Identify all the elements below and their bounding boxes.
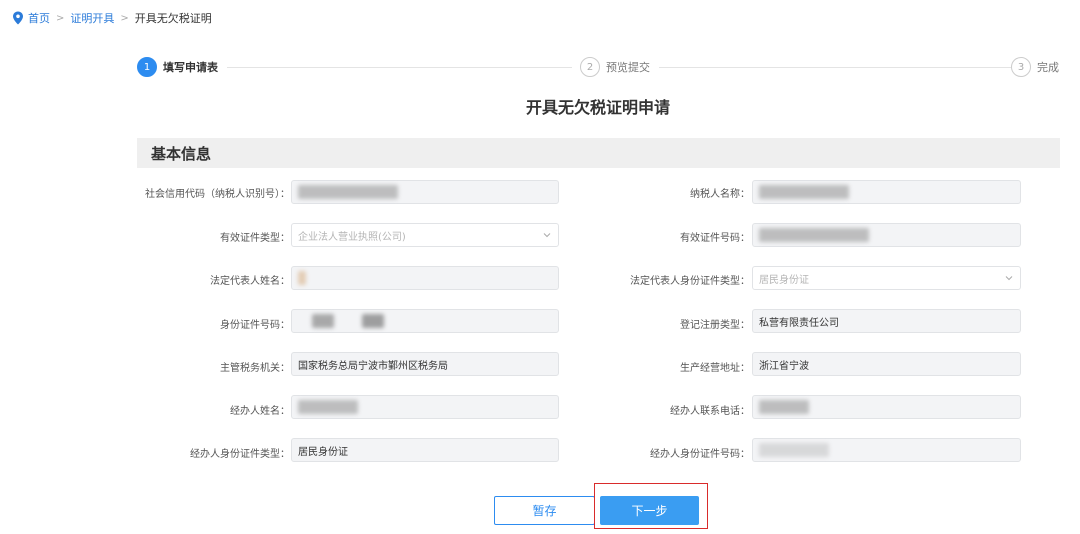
step-indicator: 1 填写申请表 2 预览提交 3 完成 [137,57,1060,79]
step-label: 预览提交 [606,61,650,74]
agent-id-number-field[interactable] [752,438,1021,462]
step-connector [227,67,572,68]
agent-id-type-label: 经办人身份证件类型： [190,449,290,460]
id-type-label: 有效证件类型： [220,233,290,244]
breadcrumb-home-link[interactable]: 首页 [28,10,50,26]
redacted-value [362,314,384,328]
step-fill-form: 1 填写申请表 [137,57,226,77]
taxpayer-name-field[interactable] [752,180,1021,204]
redacted-value [298,400,358,414]
legal-rep-id-type-select[interactable]: 居民身份证 [752,266,1021,290]
step-connector [659,67,1011,68]
id-number-field[interactable] [752,223,1021,247]
id-number-label: 有效证件号码： [680,233,750,244]
legal-rep-id-type-value: 居民身份证 [759,274,809,286]
redacted-value [312,314,334,328]
step-complete: 3 完成 [1011,57,1059,77]
breadcrumb-separator: > [56,12,65,24]
credit-code-label: 社会信用代码（纳税人识别号）： [145,189,290,200]
registration-type-value: 私营有限责任公司 [759,317,839,329]
section-header: 基本信息 [137,138,1060,168]
agent-name-label: 经办人姓名： [230,406,290,417]
step-number: 1 [137,57,157,77]
agent-id-number-label: 经办人身份证件号码： [650,449,750,460]
save-draft-button[interactable]: 暂存 [494,496,595,525]
redacted-value [298,271,306,285]
breadcrumb-current: 开具无欠税证明 [134,12,212,25]
agent-phone-field[interactable] [752,395,1021,419]
business-address-field[interactable]: 浙江省宁波 [752,352,1021,376]
registration-type-label: 登记注册类型： [680,320,750,331]
step-number: 3 [1011,57,1031,77]
agent-phone-label: 经办人联系电话： [670,406,750,417]
legal-rep-id-type-label: 法定代表人身份证件类型： [630,276,750,287]
step-label: 完成 [1037,61,1059,74]
chevron-down-icon [1005,276,1013,281]
redacted-value [759,185,849,199]
business-address-label: 生产经营地址： [680,363,750,374]
redacted-value [759,400,809,414]
tax-authority-label: 主管税务机关： [220,363,290,374]
breadcrumb-separator: > [120,12,129,24]
step-preview-submit: 2 预览提交 [580,57,658,77]
breadcrumb-section-link[interactable]: 证明开具 [70,10,114,26]
tax-authority-value: 国家税务总局宁波市鄞州区税务局 [298,360,448,372]
taxpayer-name-label: 纳税人名称： [690,189,750,200]
redacted-value [759,228,869,242]
step-number: 2 [580,57,600,77]
agent-id-type-value: 居民身份证 [298,446,348,458]
page-title: 开具无欠税证明申请 [525,98,670,117]
legal-rep-name-label: 法定代表人姓名： [210,276,290,287]
highlight-box [594,483,708,529]
breadcrumb: 首页 > 证明开具 > 开具无欠税证明 [12,10,212,26]
location-pin-icon [13,11,23,25]
id-type-value: 企业法人营业执照(公司) [298,231,406,243]
id-card-number-label: 身份证件号码： [220,320,290,331]
redacted-value [298,185,398,199]
step-label: 填写申请表 [163,61,218,74]
redacted-value [759,443,829,457]
registration-type-field[interactable]: 私营有限责任公司 [752,309,1021,333]
business-address-value: 浙江省宁波 [759,360,809,372]
